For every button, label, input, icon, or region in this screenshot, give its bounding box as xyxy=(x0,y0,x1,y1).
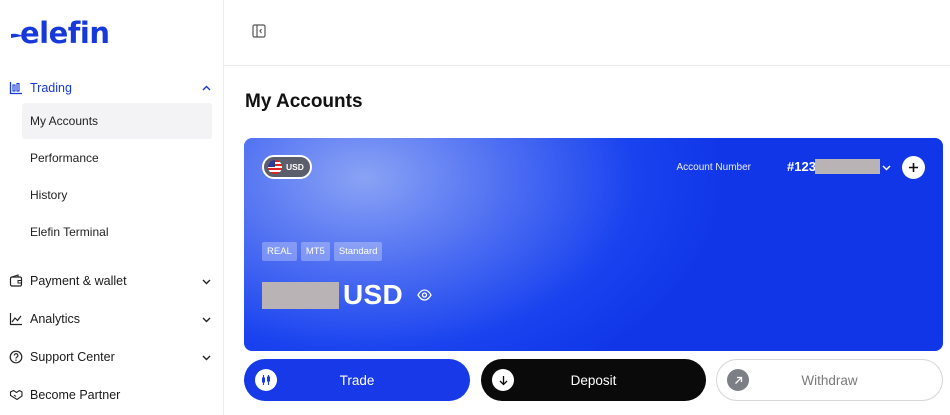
nav-group-payment: Payment & wallet xyxy=(0,270,224,292)
chart-bars-icon xyxy=(8,81,23,96)
sidebar-item-my-accounts[interactable]: My Accounts xyxy=(22,103,212,139)
sidebar-item-label: Support Center xyxy=(30,350,115,364)
handshake-icon xyxy=(8,388,23,403)
account-card: USD Account Number #123 REAL MT5 Standar… xyxy=(244,138,943,351)
sidebar-item-elefin-terminal[interactable]: Elefin Terminal xyxy=(22,214,212,250)
sidebar-item-label: Trading xyxy=(30,81,72,95)
tag-plan: Standard xyxy=(333,242,383,261)
balance-currency: USD xyxy=(343,279,404,310)
sidebar-item-label: Analytics xyxy=(30,312,81,326)
nav-group-trading: Trading xyxy=(0,77,224,99)
top-bar xyxy=(224,0,950,66)
sidebar: elefin Trading My Accounts Performance H… xyxy=(0,0,224,415)
account-number-redacted xyxy=(815,159,880,174)
account-number-label: Account Number xyxy=(676,162,751,173)
chevron-down-icon xyxy=(200,275,212,287)
eye-icon xyxy=(416,289,432,301)
balance-redacted xyxy=(262,282,339,309)
page-title: My Accounts xyxy=(245,91,363,112)
account-tags: REAL MT5 Standard xyxy=(262,242,383,261)
arrow-down-icon xyxy=(492,369,514,391)
candlestick-icon xyxy=(255,369,277,391)
sidebar-item-analytics[interactable]: Analytics xyxy=(0,308,224,330)
sidebar-item-trading[interactable]: Trading xyxy=(0,77,224,99)
sidebar-item-label: Payment & wallet xyxy=(30,274,127,288)
withdraw-button[interactable]: Withdraw xyxy=(716,359,943,401)
sidebar-collapse-button[interactable] xyxy=(250,22,268,40)
arrow-up-right-icon xyxy=(727,369,749,391)
sidebar-item-become-partner[interactable]: Become Partner xyxy=(0,384,224,406)
sidebar-collapse-icon xyxy=(252,24,266,38)
chevron-up-icon xyxy=(200,82,212,94)
account-select-chevron[interactable] xyxy=(880,161,892,173)
currency-badge-label: USD xyxy=(286,162,304,172)
trade-button-label: Trade xyxy=(339,372,375,388)
help-circle-icon xyxy=(8,350,23,365)
chevron-down-icon xyxy=(200,351,212,363)
add-account-button[interactable] xyxy=(902,156,925,179)
account-number: #123 xyxy=(787,159,816,174)
plus-icon xyxy=(909,163,918,172)
deposit-button-label: Deposit xyxy=(570,372,617,388)
elefin-logo[interactable]: elefin xyxy=(10,14,110,52)
currency-badge[interactable]: USD xyxy=(262,155,312,179)
sidebar-item-support-center[interactable]: Support Center xyxy=(0,346,224,368)
sidebar-item-history[interactable]: History xyxy=(22,177,212,213)
sidebar-item-label: Become Partner xyxy=(30,388,121,402)
tag-platform: MT5 xyxy=(300,242,330,261)
nav-group-partner: Become Partner xyxy=(0,384,224,406)
nav-group-support: Support Center xyxy=(0,346,224,368)
trade-button[interactable]: Trade xyxy=(244,359,470,401)
logo-text: elefin xyxy=(20,16,110,50)
toggle-balance-visibility[interactable] xyxy=(416,288,432,302)
deposit-button[interactable]: Deposit xyxy=(481,359,706,401)
us-flag-icon xyxy=(268,160,282,174)
nav-group-analytics: Analytics xyxy=(0,308,224,330)
sidebar-item-payment-wallet[interactable]: Payment & wallet xyxy=(0,270,224,292)
sidebar-item-performance[interactable]: Performance xyxy=(22,140,212,176)
chevron-down-icon xyxy=(200,313,212,325)
line-chart-icon xyxy=(8,312,23,327)
tag-account-type: REAL xyxy=(262,242,297,261)
wallet-icon xyxy=(8,274,23,289)
withdraw-button-label: Withdraw xyxy=(801,372,858,388)
chevron-down-icon xyxy=(881,164,891,171)
